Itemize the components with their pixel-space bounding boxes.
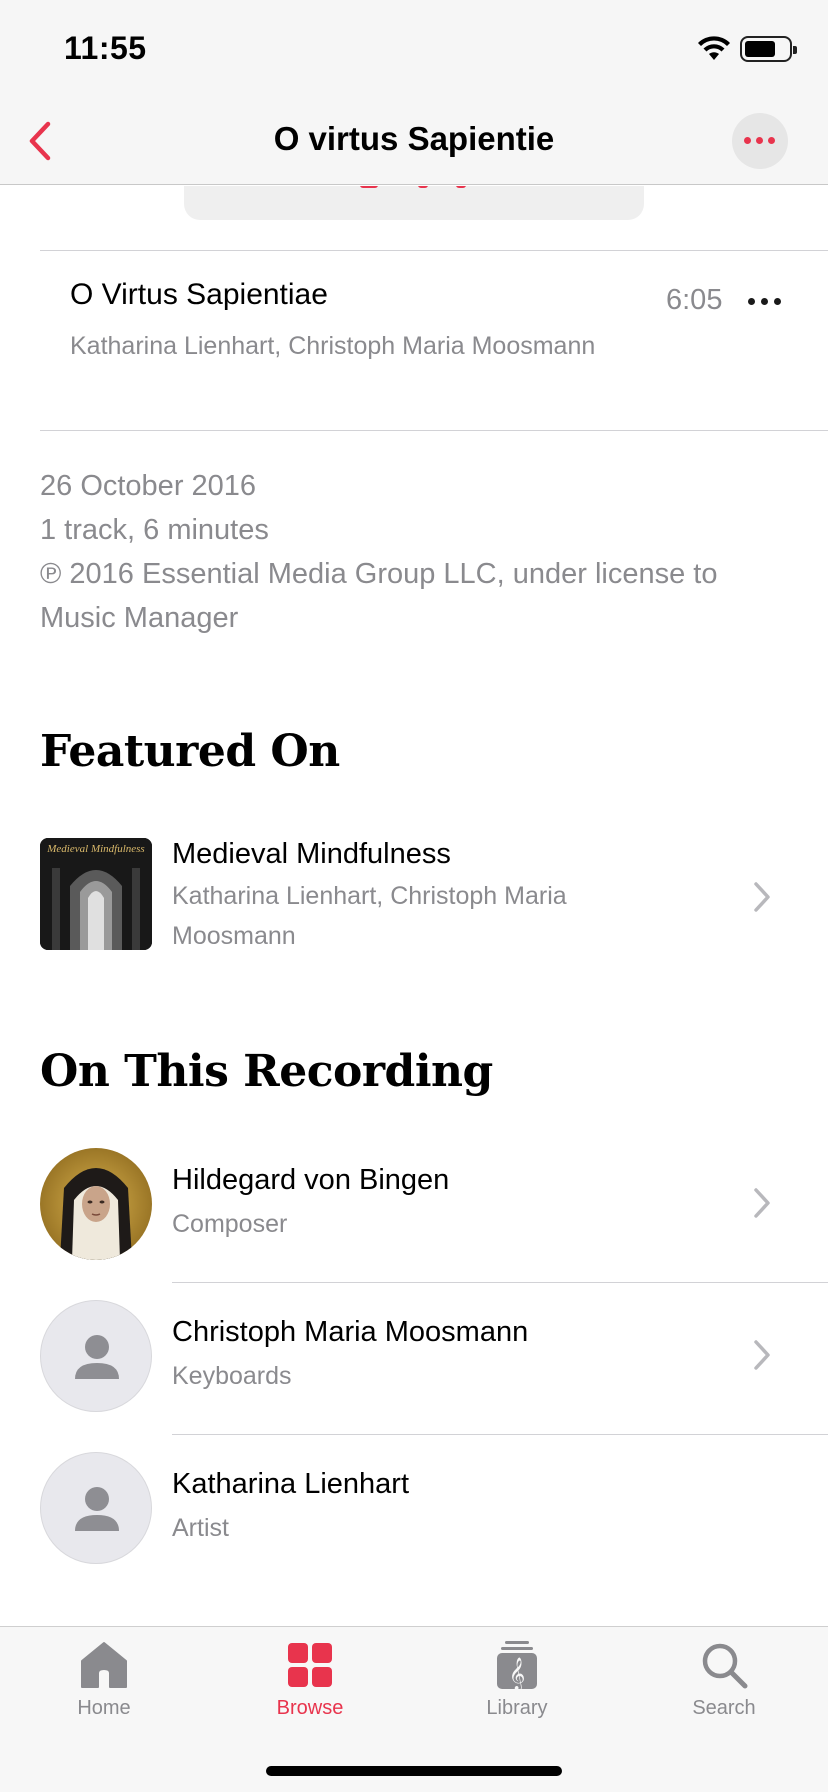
tab-search[interactable]: Search	[654, 1639, 794, 1720]
wifi-icon	[698, 36, 730, 60]
album-artists: Katharina Lienhart, Christoph Maria Moos…	[172, 882, 567, 950]
tab-label: Browse	[276, 1697, 344, 1719]
avatar-placeholder	[40, 1452, 152, 1564]
chevron-right-icon	[754, 882, 770, 912]
person-role: Artist	[172, 1514, 229, 1542]
track-count: 1 track, 6 minutes	[40, 514, 269, 546]
avatar	[40, 1148, 152, 1260]
divider	[40, 430, 828, 431]
battery-icon	[740, 36, 797, 62]
search-icon	[702, 1643, 748, 1689]
tab-label: Home	[77, 1697, 131, 1719]
tab-library[interactable]: 𝄞 Library	[447, 1639, 587, 1720]
album-title: Medieval Mindfulness	[172, 838, 451, 870]
featured-album-row[interactable]: Medieval Mindfulness Medieval Mindfulnes…	[40, 838, 828, 953]
copyright: ℗ 2016 Essential Media Group LLC, under …	[40, 558, 718, 634]
person-role: Composer	[172, 1210, 288, 1238]
track-more-icon[interactable]	[748, 298, 781, 305]
home-indicator[interactable]	[266, 1766, 562, 1776]
track-duration: 6:05	[666, 284, 723, 316]
tab-browse[interactable]: Browse	[240, 1639, 380, 1720]
library-icon: 𝄞	[497, 1641, 537, 1691]
person-name: Hildegard von Bingen	[172, 1164, 450, 1196]
tab-label: Library	[486, 1697, 548, 1719]
track-title: O Virtus Sapientiae	[70, 278, 328, 311]
ellipsis-icon	[744, 137, 775, 144]
album-art-text: Medieval Mindfulness	[46, 843, 144, 855]
person-name: Katharina Lienhart	[172, 1468, 409, 1500]
person-row[interactable]: Katharina Lienhart Artist	[40, 1452, 828, 1592]
person-role: Keyboards	[172, 1362, 292, 1390]
track-artists: Katharina Lienhart, Christoph Maria Moos…	[70, 332, 596, 360]
person-row[interactable]: Hildegard von Bingen Composer	[40, 1148, 828, 1288]
avatar-placeholder	[40, 1300, 152, 1412]
person-row[interactable]: Christoph Maria Moosmann Keyboards	[40, 1300, 828, 1440]
play-button-partial[interactable]	[184, 186, 644, 220]
person-icon	[75, 1487, 119, 1531]
tab-home[interactable]: Home	[34, 1639, 174, 1720]
browse-icon	[288, 1643, 332, 1687]
nav-bar: O virtus Sapientie	[0, 100, 828, 185]
track-row[interactable]: O Virtus Sapientiae Katharina Lienhart, …	[40, 250, 828, 430]
album-artwork: Medieval Mindfulness	[40, 838, 152, 950]
person-name: Christoph Maria Moosmann	[172, 1316, 529, 1348]
chevron-right-icon	[754, 1188, 770, 1218]
more-options-button[interactable]	[732, 113, 788, 169]
album-meta: 26 October 2016 1 track, 6 minutes ℗ 201…	[40, 464, 800, 640]
chevron-right-icon	[754, 1340, 770, 1370]
person-icon	[75, 1335, 119, 1379]
home-icon	[81, 1642, 127, 1688]
divider	[172, 1434, 828, 1435]
page-title: O virtus Sapientie	[273, 120, 555, 157]
divider	[172, 1282, 828, 1283]
release-date: 26 October 2016	[40, 470, 257, 502]
svg-text:𝄞: 𝄞	[509, 1657, 526, 1691]
tab-label: Search	[692, 1697, 756, 1719]
featured-heading: Featured On	[40, 726, 340, 777]
status-bar: 11:55	[0, 0, 828, 100]
status-time: 11:55	[64, 30, 147, 66]
recording-heading: On This Recording	[40, 1046, 493, 1097]
play-button-label-partial	[360, 186, 466, 188]
